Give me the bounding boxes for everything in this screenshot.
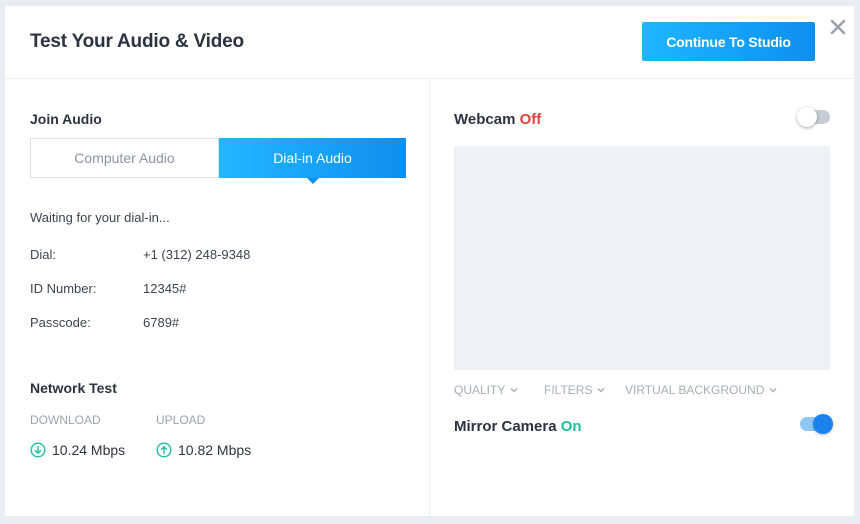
upload-label: UPLOAD (156, 413, 206, 427)
continue-to-studio-button[interactable]: Continue To Studio (642, 22, 815, 61)
id-number-value: 12345# (143, 281, 187, 296)
audio-mode-tabs: Computer Audio Dial-in Audio (30, 138, 406, 184)
active-tab-notch (306, 178, 319, 184)
tab-computer-audio[interactable]: Computer Audio (30, 138, 219, 178)
chevron-down-icon (769, 388, 777, 393)
webcam-heading: Webcam Off (454, 111, 541, 128)
mirror-camera-state: On (560, 418, 582, 435)
mirror-camera-toggle[interactable] (800, 414, 833, 434)
tab-dial-in-audio[interactable]: Dial-in Audio (219, 138, 406, 184)
tab-computer-audio-label: Computer Audio (74, 150, 175, 166)
passcode-label: Passcode: (30, 315, 91, 330)
chevron-down-icon (597, 388, 605, 393)
webcam-toggle-knob (797, 107, 817, 127)
mirror-camera-label: Mirror Camera (454, 418, 557, 435)
join-audio-heading: Join Audio (30, 111, 102, 127)
passcode-value: 6789# (143, 315, 180, 330)
id-number-label: ID Number: (30, 281, 97, 296)
dial-in-status: Waiting for your dial-in... (30, 210, 170, 225)
modal-header: Test Your Audio & Video Continue To Stud… (5, 6, 854, 79)
download-arrow-icon (30, 442, 46, 458)
download-label: DOWNLOAD (30, 413, 101, 427)
quality-dropdown[interactable]: QUALITY (454, 383, 518, 397)
filters-dropdown[interactable]: FILTERS (544, 383, 605, 397)
webcam-toggle[interactable] (797, 107, 830, 127)
mirror-camera-toggle-knob (813, 414, 833, 434)
upload-speed: 10.82 Mbps (156, 442, 251, 458)
tab-dial-in-audio-label: Dial-in Audio (273, 150, 352, 166)
dial-label: Dial: (30, 247, 57, 262)
download-speed: 10.24 Mbps (30, 442, 125, 458)
dial-number: +1 (312) 248-9348 (143, 247, 251, 262)
virtual-background-dropdown[interactable]: VIRTUAL BACKGROUND (625, 383, 777, 397)
network-test-heading: Network Test (30, 380, 117, 396)
audio-video-test-modal: Test Your Audio & Video Continue To Stud… (5, 6, 854, 516)
upload-arrow-icon (156, 442, 172, 458)
download-speed-value: 10.24 Mbps (52, 442, 126, 458)
quality-label: QUALITY (454, 383, 506, 397)
webcam-label: Webcam (454, 111, 516, 128)
webcam-state: Off (519, 111, 542, 128)
virtual-background-label: VIRTUAL BACKGROUND (625, 383, 765, 397)
filters-label: FILTERS (544, 383, 593, 397)
mirror-camera-heading: Mirror Camera On (454, 418, 582, 435)
column-divider (429, 79, 430, 516)
webcam-preview (454, 146, 830, 370)
upload-speed-value: 10.82 Mbps (178, 442, 252, 458)
chevron-down-icon (510, 388, 518, 393)
modal-title: Test Your Audio & Video (30, 31, 244, 52)
close-icon[interactable] (828, 17, 848, 37)
